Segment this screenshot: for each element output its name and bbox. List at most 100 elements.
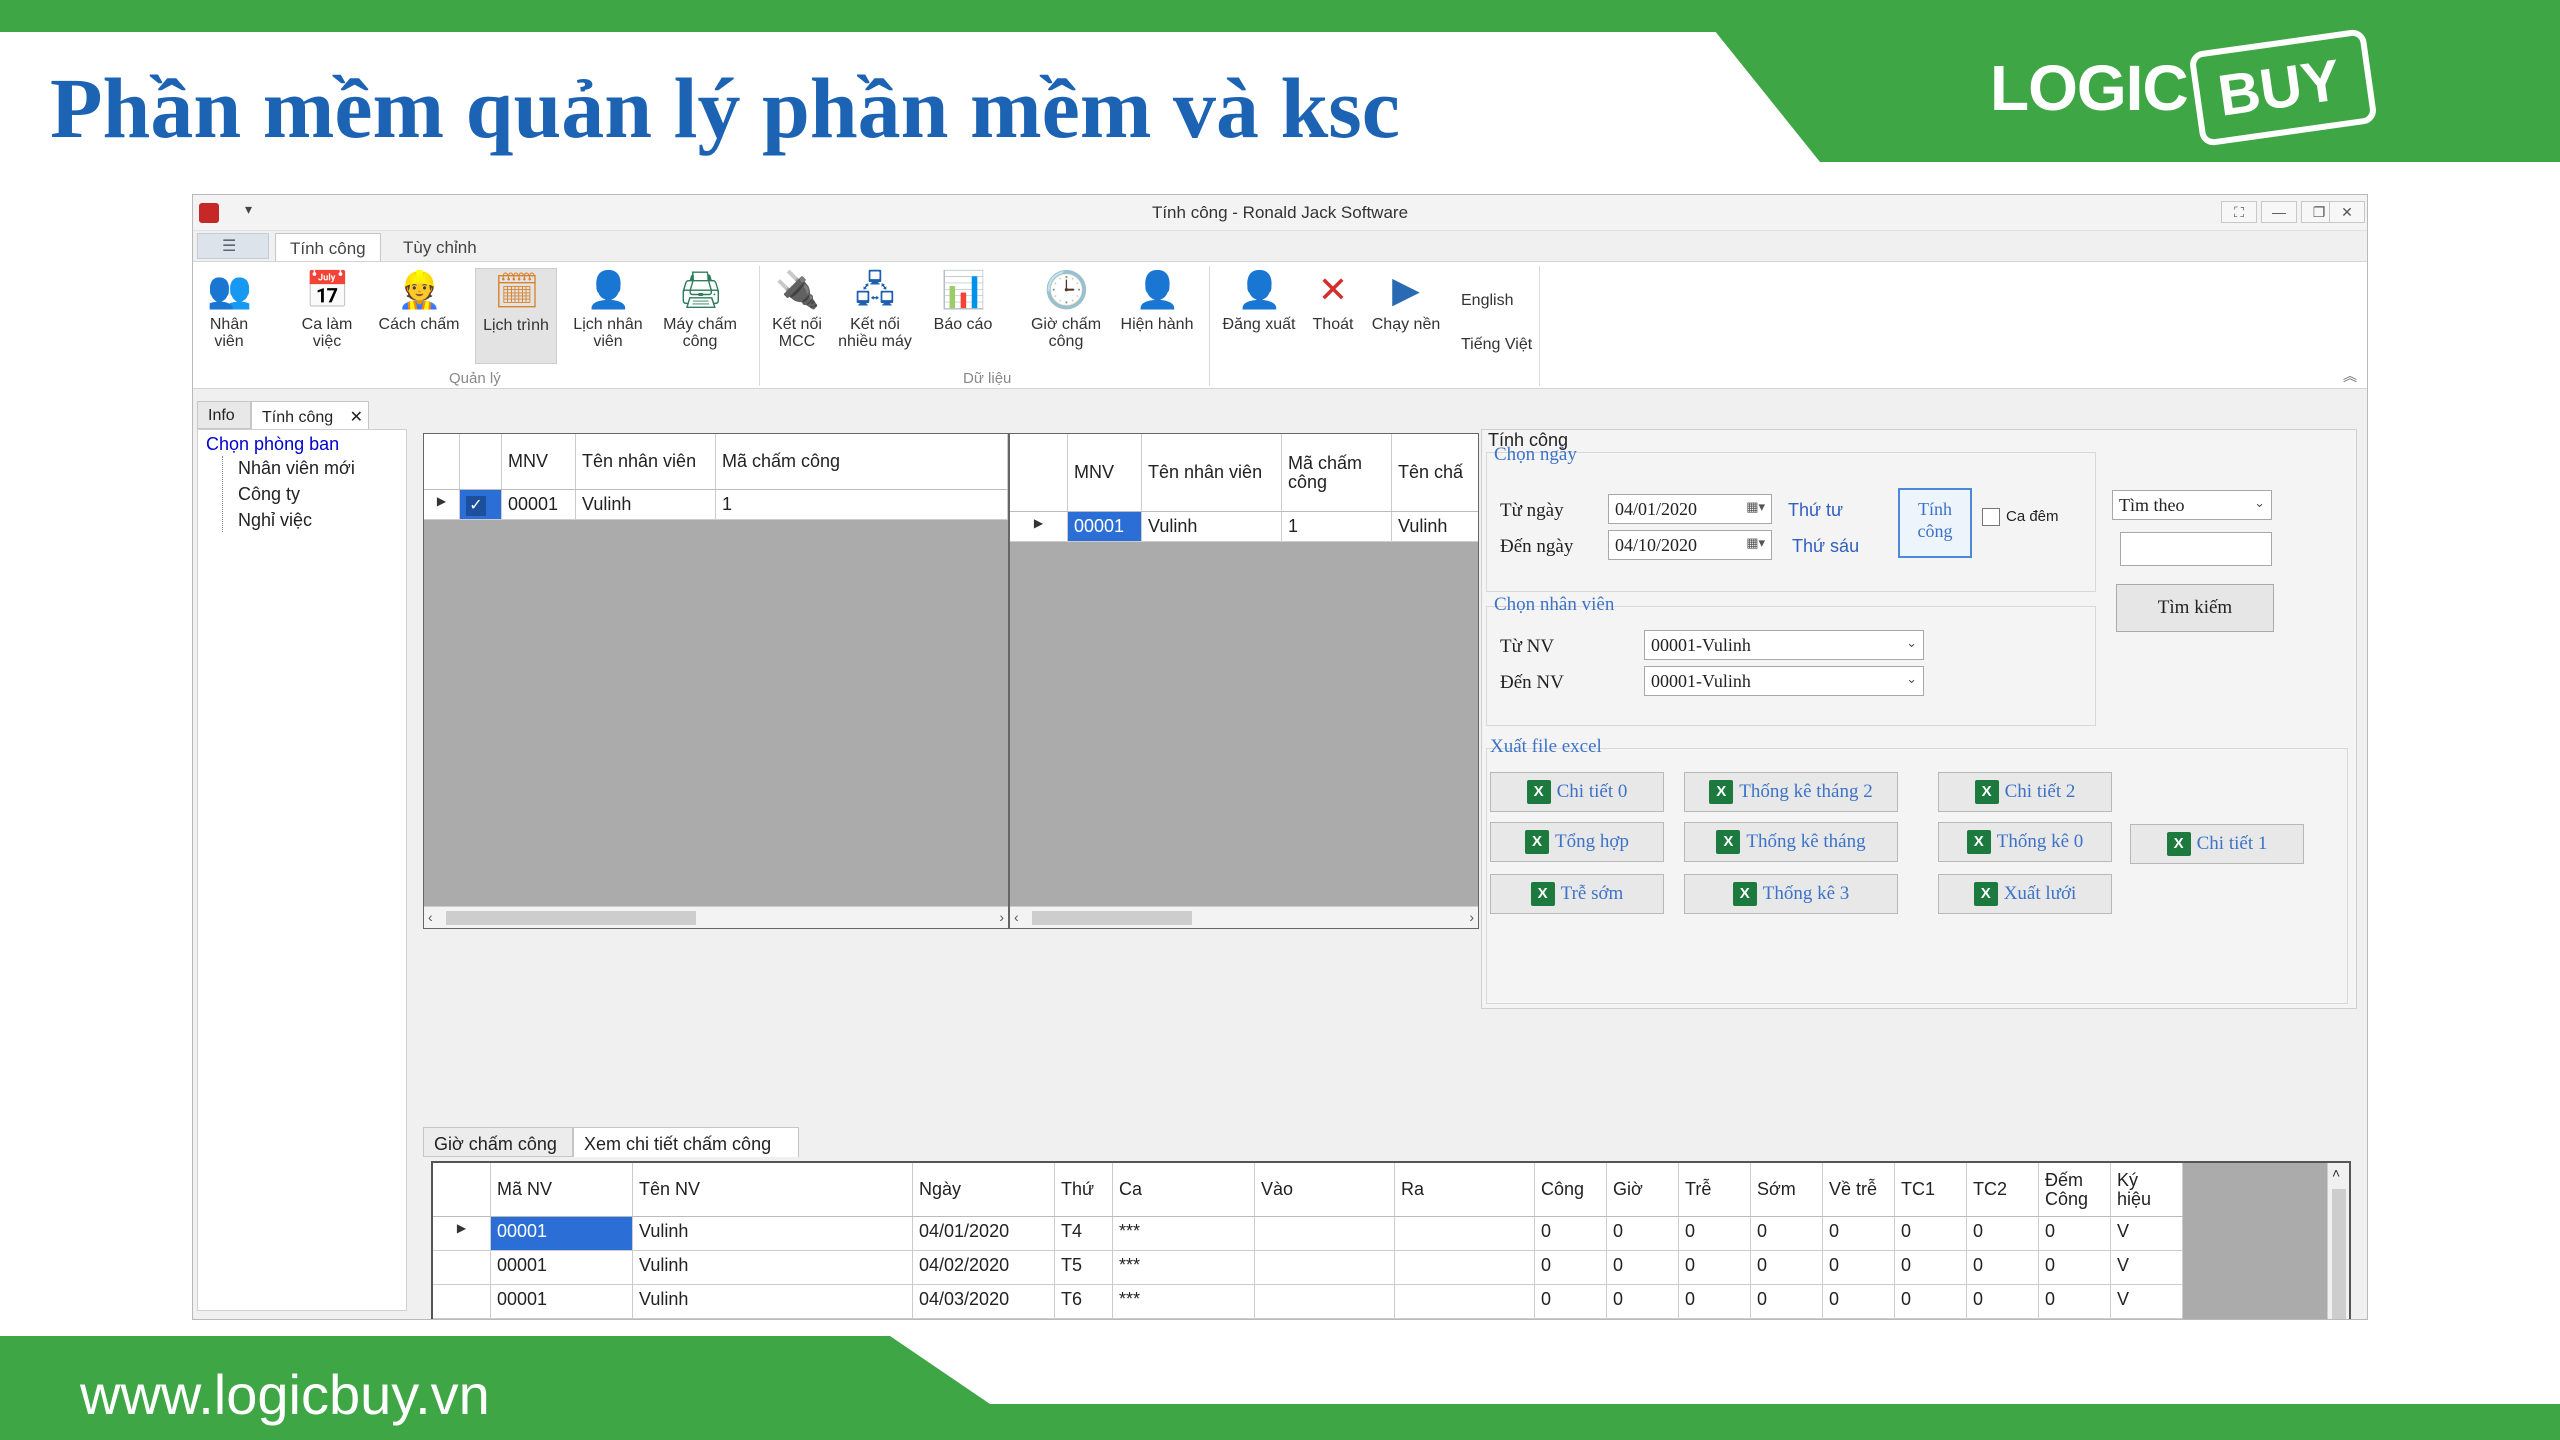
cell-tc1[interactable]: 0 bbox=[1895, 1217, 1967, 1250]
minimize-button[interactable]: — bbox=[2261, 201, 2297, 223]
cell-ma-nv[interactable]: 00001 bbox=[491, 1251, 633, 1284]
tab-xem-chi-tiet[interactable]: Xem chi tiết chấm công bbox=[573, 1127, 799, 1157]
col-ma-nv[interactable]: Mã NV bbox=[491, 1163, 633, 1216]
close-button[interactable]: ✕ bbox=[2329, 201, 2365, 223]
cell-gio[interactable]: 0 bbox=[1607, 1285, 1679, 1318]
search-button[interactable]: Tìm kiếm bbox=[2116, 584, 2274, 632]
col-cong[interactable]: Công bbox=[1535, 1163, 1607, 1216]
cell-tc1[interactable]: 0 bbox=[1895, 1285, 1967, 1318]
cell-gio[interactable]: 0 bbox=[1607, 1251, 1679, 1284]
col-ten-nhan-vien[interactable]: Tên nhân viên bbox=[576, 434, 716, 489]
scroll-thumb[interactable] bbox=[1032, 911, 1192, 925]
cell-tc1[interactable]: 0 bbox=[1895, 1251, 1967, 1284]
calendar-dropdown-icon[interactable]: ▦▾ bbox=[1746, 535, 1765, 551]
cell-som[interactable]: 0 bbox=[1751, 1319, 1823, 1320]
cell-ngay[interactable]: 04/01/2020 bbox=[913, 1217, 1055, 1250]
scroll-left-icon[interactable]: ‹ bbox=[428, 909, 433, 925]
search-input[interactable] bbox=[2120, 532, 2272, 566]
cell-cong[interactable]: 0 bbox=[1535, 1217, 1607, 1250]
export-thong-ke-0[interactable]: X Thống kê 0 bbox=[1938, 822, 2112, 862]
cell-thu[interactable]: T5 bbox=[1055, 1251, 1113, 1284]
tree-root[interactable]: Chọn phòng ban bbox=[206, 434, 339, 455]
cell-name-2[interactable]: Vulinh bbox=[1142, 512, 1282, 541]
cell-ca[interactable]: *** bbox=[1113, 1251, 1255, 1284]
tab-tuy-chinh[interactable]: Tùy chỉnh bbox=[389, 233, 491, 261]
cell-ten-nv[interactable]: Vulinh bbox=[633, 1217, 913, 1250]
cell-tre[interactable]: 0 bbox=[1679, 1251, 1751, 1284]
cell-ma-nv[interactable]: 00001 bbox=[491, 1285, 633, 1318]
table-row[interactable]: ▶ 00001 Vulinh 04/01/2020 T4 *** 0 0 0 0 0 0 0 0 V bbox=[433, 1217, 2183, 1251]
col-ca[interactable]: Ca bbox=[1113, 1163, 1255, 1216]
cell-mnv-2[interactable]: 00001 bbox=[1068, 512, 1142, 541]
horizontal-scrollbar[interactable]: ‹ › bbox=[1010, 906, 1478, 928]
export-tong-hop[interactable]: X Tổng hợp bbox=[1490, 822, 1664, 862]
employee-schedule-button[interactable]: 👤 Lịch nhân viên bbox=[565, 268, 651, 350]
tree-item-resigned[interactable]: Nghỉ việc bbox=[238, 510, 312, 531]
cell-ca[interactable]: *** bbox=[1113, 1217, 1255, 1250]
scroll-left-icon[interactable]: ‹ bbox=[1014, 909, 1019, 925]
cell-thu[interactable]: T6 bbox=[1055, 1285, 1113, 1318]
cell-ra[interactable] bbox=[1395, 1285, 1535, 1318]
cell-cong[interactable]: 0 bbox=[1535, 1319, 1607, 1320]
cell-ten-nv[interactable]: Vulinh bbox=[633, 1319, 913, 1320]
cell-ma-nv[interactable]: 00001 bbox=[491, 1217, 633, 1250]
cell-cong[interactable]: 0 bbox=[1535, 1285, 1607, 1318]
fullscreen-button[interactable]: ⛶ bbox=[2221, 201, 2257, 223]
cell-vao[interactable] bbox=[1255, 1217, 1395, 1250]
cell-ra[interactable] bbox=[1395, 1251, 1535, 1284]
chevron-down-icon[interactable]: ⌄ bbox=[2254, 495, 2265, 511]
cell-som[interactable]: 0 bbox=[1751, 1285, 1823, 1318]
col-dem-cong[interactable]: Đếm Công bbox=[2039, 1163, 2111, 1216]
cell-ve-tre[interactable]: 0 bbox=[1823, 1217, 1895, 1250]
col-ma-cham-cong-2[interactable]: Mã chấm công bbox=[1282, 434, 1392, 511]
cell-som[interactable]: 0 bbox=[1751, 1217, 1823, 1250]
export-chi-tiet-2[interactable]: X Chi tiết 2 bbox=[1938, 772, 2112, 812]
cell-ten-nv[interactable]: Vulinh bbox=[633, 1285, 913, 1318]
connect-multi-button[interactable]: 🖧 Kết nối nhiều máy bbox=[833, 268, 917, 350]
cell-ky-hieu[interactable]: V bbox=[2111, 1251, 2183, 1284]
scroll-thumb[interactable] bbox=[446, 911, 696, 925]
cell-ky-hieu[interactable]: V bbox=[2111, 1217, 2183, 1250]
report-button[interactable]: 📊 Báo cáo bbox=[927, 268, 999, 333]
tab-info[interactable]: Info bbox=[197, 401, 251, 429]
cell-vao[interactable] bbox=[1255, 1251, 1395, 1284]
cell-code[interactable]: 1 bbox=[716, 490, 1008, 519]
cell-ten-nv[interactable]: Vulinh bbox=[633, 1251, 913, 1284]
cell-tc2[interactable]: 0 bbox=[1967, 1217, 2039, 1250]
method-button[interactable]: 👷 Cách chấm bbox=[371, 268, 467, 333]
col-ten-nv[interactable]: Tên NV bbox=[633, 1163, 913, 1216]
col-ma-cham-cong[interactable]: Mã chấm công bbox=[716, 434, 1008, 489]
cell-ngay[interactable]: 04/04/2020 bbox=[913, 1319, 1055, 1320]
lang-vietnamese[interactable]: Tiếng Việt bbox=[1461, 336, 1532, 354]
table-row[interactable]: ▶ ✓ 00001 Vulinh 1 bbox=[424, 490, 1008, 520]
cell-tc2[interactable]: 0 bbox=[1967, 1285, 2039, 1318]
cell-code-2[interactable]: 1 bbox=[1282, 512, 1392, 541]
table-row[interactable]: 00001 Vulinh 04/03/2020 T6 *** 0 0 0 0 0 0 0 0 V bbox=[433, 1285, 2183, 1319]
col-mnv[interactable]: MNV bbox=[502, 434, 576, 489]
cell-dem-cong[interactable]: 0 bbox=[2039, 1285, 2111, 1318]
cell-dem-cong[interactable]: 0 bbox=[2039, 1319, 2111, 1320]
tree-item-new-employees[interactable]: Nhân viên mới bbox=[238, 458, 355, 479]
night-shift-checkbox[interactable] bbox=[1982, 508, 2000, 526]
cell-ky-hieu[interactable]: V bbox=[2111, 1285, 2183, 1318]
col-ve-tre[interactable]: Về trễ bbox=[1823, 1163, 1895, 1216]
table-row[interactable]: ▶ 00001 Vulinh 1 Vulinh bbox=[1010, 512, 1478, 542]
cell-gio[interactable]: 0 bbox=[1607, 1319, 1679, 1320]
cell-ngay[interactable]: 04/02/2020 bbox=[913, 1251, 1055, 1284]
horizontal-scrollbar[interactable]: ‹ › bbox=[424, 906, 1008, 928]
export-xuat-luoi[interactable]: X Xuất lưới bbox=[1938, 874, 2112, 914]
cell-tc2[interactable]: 0 bbox=[1967, 1319, 2039, 1320]
time-clock-button[interactable]: 🖨 Máy chấm công bbox=[657, 268, 743, 350]
col-ra[interactable]: Ra bbox=[1395, 1163, 1535, 1216]
file-menu-button[interactable] bbox=[197, 233, 269, 259]
connect-mcc-button[interactable]: 🔌 Kết nối MCC bbox=[765, 268, 829, 350]
cell-som[interactable]: 0 bbox=[1751, 1251, 1823, 1284]
check-time-button[interactable]: 🕒 Giờ chấm công bbox=[1023, 268, 1109, 350]
cell-mnv[interactable]: 00001 bbox=[502, 490, 576, 519]
cell-tc2[interactable]: 0 bbox=[1967, 1251, 2039, 1284]
cell-ra[interactable] bbox=[1395, 1217, 1535, 1250]
chevron-down-icon[interactable]: ⌄ bbox=[1906, 671, 1917, 687]
cell-ve-tre[interactable]: 0 bbox=[1823, 1251, 1895, 1284]
export-chi-tiet-1[interactable]: X Chi tiết 1 bbox=[2130, 824, 2304, 864]
scroll-right-icon[interactable]: › bbox=[1469, 909, 1474, 925]
